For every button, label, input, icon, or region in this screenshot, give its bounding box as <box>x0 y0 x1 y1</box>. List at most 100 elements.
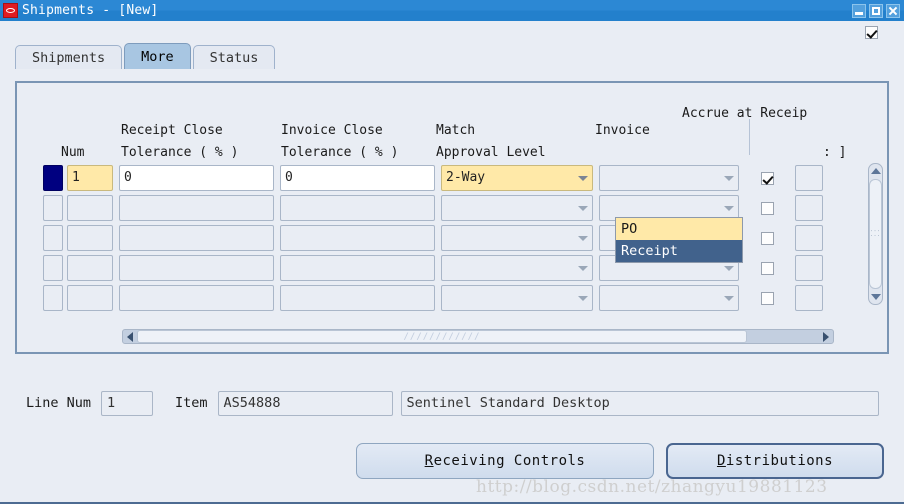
cell-receipt-close-tolerance[interactable] <box>119 225 274 251</box>
cell-match-approval-level[interactable] <box>441 255 593 281</box>
grip-icon: ∕∕∕∕∕∕∕∕∕∕∕∕ <box>403 331 481 342</box>
cell-match-approval-level-text: 2-Way <box>446 170 486 185</box>
chevron-down-icon[interactable] <box>578 296 588 301</box>
cell-receipt-close-tolerance[interactable]: 0 <box>119 165 274 191</box>
cell-num[interactable] <box>67 255 113 281</box>
cell-far-right[interactable] <box>795 255 823 281</box>
cell-num[interactable] <box>67 195 113 221</box>
invoice-match-option-dropdown[interactable]: PO Receipt <box>615 217 743 263</box>
cell-accrue-at-receipt[interactable] <box>745 165 789 191</box>
cell-num[interactable]: 1 <box>67 165 113 191</box>
cell-receipt-close-tolerance[interactable] <box>119 255 274 281</box>
row-selector[interactable] <box>43 195 63 221</box>
cell-invoice-close-tolerance[interactable] <box>280 255 435 281</box>
cell-far-right[interactable] <box>795 225 823 251</box>
cell-invoice-close-tolerance[interactable] <box>280 285 435 311</box>
cell-far-right[interactable] <box>795 195 823 221</box>
row-selector[interactable] <box>43 165 63 191</box>
accrue-checkbox[interactable] <box>760 291 774 305</box>
accrue-checkbox[interactable] <box>760 231 774 245</box>
cell-invoice-match-option[interactable] <box>599 285 739 311</box>
tab-shipments[interactable]: Shipments <box>15 45 123 69</box>
header-far-right: : ] <box>823 145 847 160</box>
more-tab-panel: Num Receipt Close Tolerance ( % ) Invoic… <box>15 81 889 354</box>
vertical-scroll-thumb[interactable]: ⁚⁚⁚ <box>869 179 882 289</box>
tab-more[interactable]: More <box>124 43 191 69</box>
maximize-icon[interactable] <box>869 3 883 18</box>
cell-invoice-match-option[interactable] <box>599 165 739 191</box>
line-num-label: Line Num <box>26 395 92 411</box>
horizontal-scroll-thumb[interactable]: ∕∕∕∕∕∕∕∕∕∕∕∕ <box>137 330 747 343</box>
item-field[interactable]: AS54888 <box>217 390 393 416</box>
header-receipt-close-l1: Receipt Close <box>121 123 223 138</box>
cell-receipt-close-tolerance[interactable] <box>119 195 274 221</box>
cell-far-right[interactable] <box>795 165 823 191</box>
cell-match-approval-level[interactable]: 2-Way <box>441 165 593 191</box>
cell-match-approval-level[interactable] <box>441 285 593 311</box>
chevron-down-icon[interactable] <box>724 266 734 271</box>
item-description-field[interactable]: Sentinel Standard Desktop <box>400 390 879 416</box>
header-match-l2: Approval Level <box>436 145 546 160</box>
table-row[interactable]: 1 0 0 2-Way <box>43 163 823 193</box>
row-selector[interactable] <box>43 255 63 281</box>
grid-vertical-scrollbar[interactable]: ⁚⁚⁚ <box>868 163 883 305</box>
chevron-right-icon <box>823 331 829 342</box>
cell-num[interactable] <box>67 285 113 311</box>
row-selector[interactable] <box>43 285 63 311</box>
chevron-down-icon[interactable] <box>578 176 588 181</box>
cell-receipt-close-tolerance[interactable] <box>119 285 274 311</box>
header-invoice-close-l1: Invoice Close <box>281 123 383 138</box>
scroll-right-button[interactable] <box>819 330 833 343</box>
chevron-down-icon[interactable] <box>724 206 734 211</box>
tab-status[interactable]: Status <box>192 45 276 69</box>
window-title: Shipments - [New] <box>22 3 159 18</box>
accrue-checkbox[interactable] <box>760 171 774 185</box>
close-icon[interactable] <box>886 3 900 18</box>
cell-invoice-close-tolerance[interactable] <box>280 225 435 251</box>
cell-accrue-at-receipt[interactable] <box>745 255 789 281</box>
oracle-icon <box>3 3 18 18</box>
accrue-checkbox[interactable] <box>760 261 774 275</box>
row-selector[interactable] <box>43 225 63 251</box>
header-invoice-close-l2: Tolerance ( % ) <box>281 145 399 160</box>
cell-accrue-at-receipt[interactable] <box>745 285 789 311</box>
header-receipt-close-l2: Tolerance ( % ) <box>121 145 239 160</box>
cell-num[interactable] <box>67 225 113 251</box>
dropdown-option-po[interactable]: PO <box>616 218 742 240</box>
chevron-down-icon[interactable] <box>578 206 588 211</box>
action-button-row: Receiving Controls Distributions <box>0 443 904 479</box>
header-checkbox[interactable] <box>865 25 878 39</box>
header-separator <box>749 119 750 155</box>
chevron-down-icon[interactable] <box>578 266 588 271</box>
line-num-field[interactable]: 1 <box>101 390 154 416</box>
header-invoice: Invoice <box>595 123 650 138</box>
grid-horizontal-scrollbar[interactable]: ∕∕∕∕∕∕∕∕∕∕∕∕ <box>122 329 834 344</box>
accrue-checkbox[interactable] <box>760 201 774 215</box>
chevron-down-icon[interactable] <box>578 236 588 241</box>
cell-accrue-at-receipt[interactable] <box>745 225 789 251</box>
chevron-down-icon[interactable] <box>724 176 734 181</box>
chevron-down-icon[interactable] <box>724 296 734 301</box>
table-row[interactable] <box>43 283 823 313</box>
distributions-button[interactable]: Distributions <box>666 443 884 479</box>
receiving-controls-label: eceiving Controls <box>433 453 586 469</box>
cell-invoice-close-tolerance[interactable] <box>280 195 435 221</box>
dropdown-option-receipt[interactable]: Receipt <box>616 240 742 262</box>
scroll-up-button[interactable] <box>869 164 882 178</box>
cell-match-approval-level[interactable] <box>441 225 593 251</box>
receiving-controls-mnemonic: R <box>424 453 434 469</box>
cell-invoice-close-tolerance[interactable]: 0 <box>280 165 435 191</box>
distributions-label: istributions <box>725 453 834 469</box>
receiving-controls-button[interactable]: Receiving Controls <box>356 443 654 479</box>
distributions-mnemonic: D <box>716 453 726 469</box>
minimize-icon[interactable] <box>852 3 866 18</box>
scroll-down-button[interactable] <box>869 290 882 304</box>
top-strip <box>0 21 904 43</box>
chevron-left-icon <box>127 331 133 342</box>
scroll-left-button[interactable] <box>123 330 137 343</box>
cell-match-approval-level[interactable] <box>441 195 593 221</box>
cell-accrue-at-receipt[interactable] <box>745 195 789 221</box>
tab-bar: Shipments More Status <box>0 43 904 69</box>
chevron-down-icon <box>870 294 881 300</box>
cell-far-right[interactable] <box>795 285 823 311</box>
